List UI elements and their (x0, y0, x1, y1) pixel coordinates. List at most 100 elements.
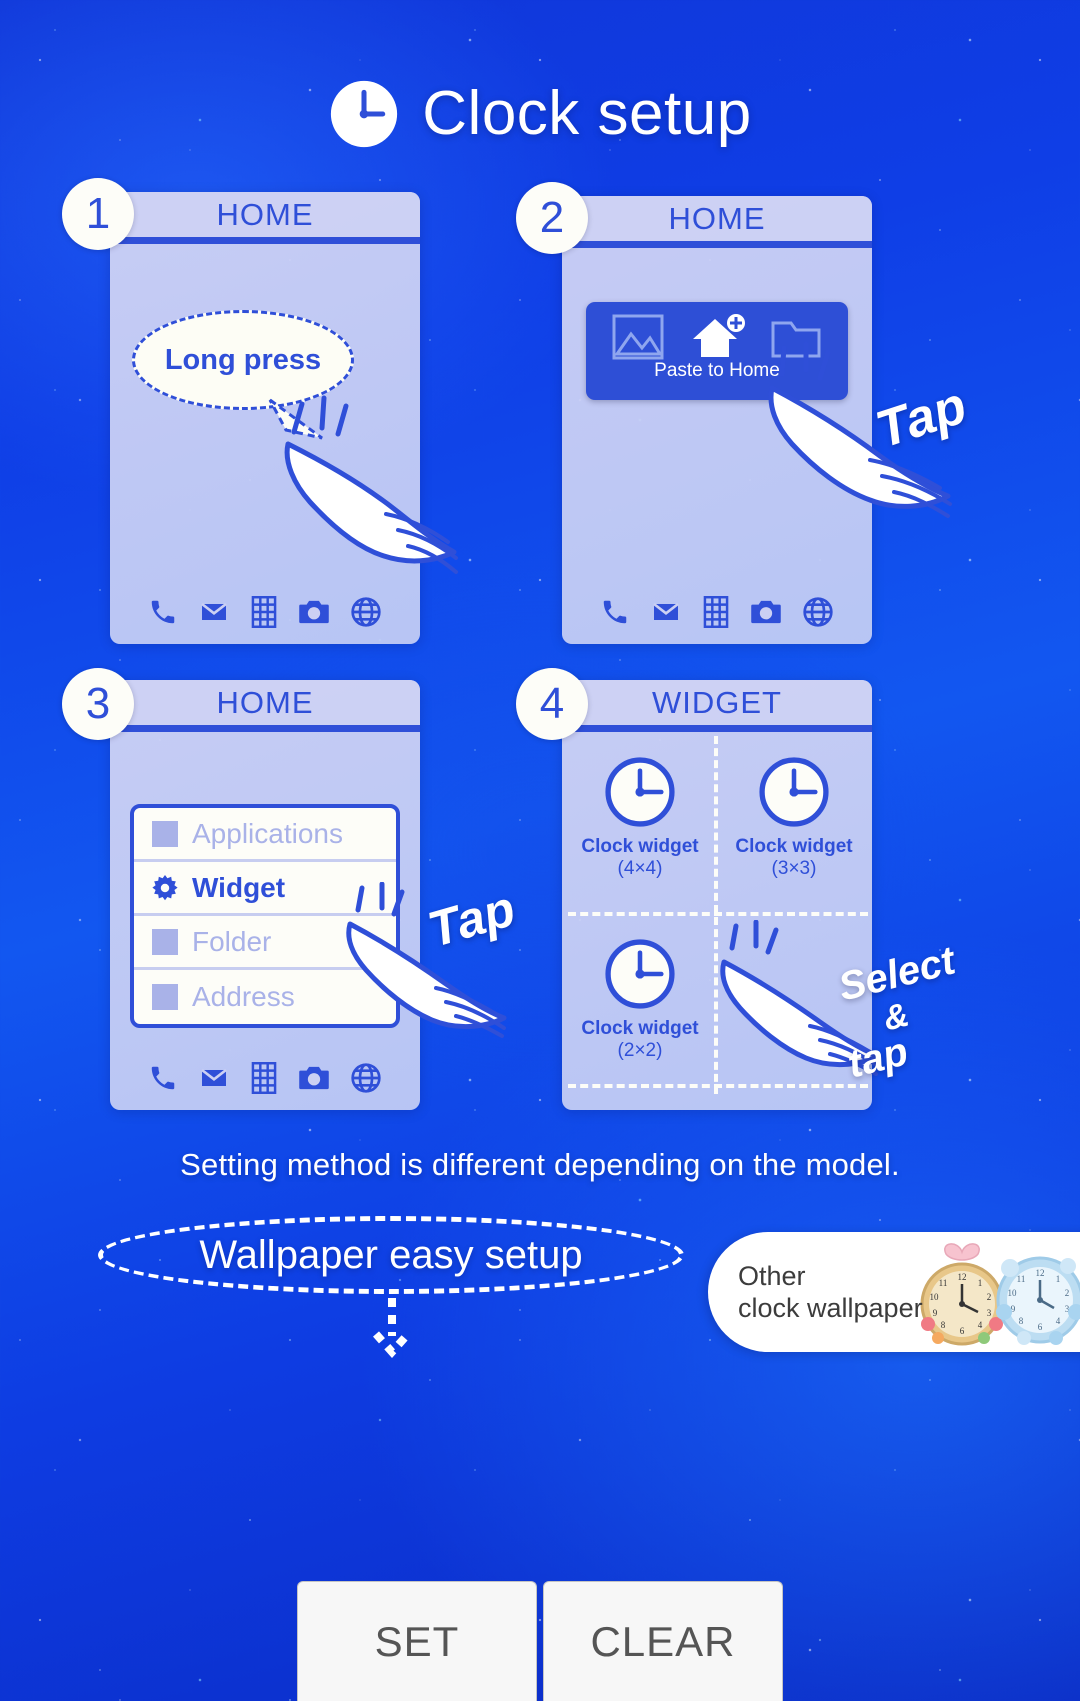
other-card-line-1: Other (738, 1260, 806, 1291)
step-1-badge: 1 (62, 178, 134, 250)
step-1-panel: 1 HOME Long press (62, 178, 458, 644)
folder-icon (771, 321, 821, 358)
grid-divider-horizontal (568, 912, 868, 916)
widget-option-2x2[interactable]: Clock widget (2×2) (570, 922, 710, 1062)
step-3-panel: 3 HOME Applications Widget Folder Addres… (62, 668, 507, 1110)
square-icon (152, 928, 178, 955)
phone-icon (603, 600, 627, 624)
step-4-phone: WIDGET Clock widget (4×4) Clock widget (… (562, 680, 881, 1110)
set-button-label: SET (374, 1617, 460, 1665)
step-2-badge: 2 (516, 182, 588, 254)
step-3-screen-body: Applications Widget Folder Address (110, 732, 507, 1110)
menu-item-folder[interactable]: Folder (134, 916, 396, 970)
svg-text:6: 6 (1038, 1322, 1043, 1332)
widget-option-3x3[interactable]: Clock widget (3×3) (724, 740, 864, 880)
set-button[interactable]: SET (297, 1581, 537, 1701)
step-4-widget-grid: Clock widget (4×4) Clock widget (3×3) Cl… (562, 732, 881, 1110)
other-card-text: Other clock wallpaper (708, 1260, 923, 1325)
svg-text:6: 6 (960, 1326, 965, 1336)
other-card-line-2: clock wallpaper (738, 1293, 923, 1323)
other-card-thumbnails: 12 1 2 346 8 9 10 11 12 1 2 346 89 10 11 (912, 1238, 1080, 1350)
menu-item-label: Folder (192, 925, 272, 957)
widget-option-label: Clock widget (581, 836, 699, 857)
svg-text:10: 10 (930, 1292, 940, 1302)
svg-text:11: 11 (939, 1278, 948, 1288)
camera-icon (751, 600, 781, 624)
step-3-screen-label: HOME (110, 680, 420, 732)
paste-to-home-dialog[interactable]: Paste to Home (586, 302, 848, 400)
widget-option-size: (3×3) (771, 857, 817, 879)
square-icon (152, 984, 178, 1010)
svg-text:1: 1 (1056, 1274, 1061, 1284)
clock-icon (605, 757, 675, 827)
step-4-panel: 4 WIDGET Clock widget (4×4) Clock widget… (516, 668, 881, 1110)
phone-icon (151, 600, 175, 624)
step-1-screen-body: Long press (110, 244, 458, 644)
widget-option-label: Clock widget (735, 836, 853, 857)
menu-item-label: Widget (192, 871, 286, 903)
paste-dialog-icons (586, 302, 848, 364)
widget-option-size: (2×2) (617, 1039, 663, 1061)
long-press-label: Long press (164, 343, 322, 376)
step-2-panel: 2 HOME Paste to Home (516, 182, 952, 644)
home-plus-icon (692, 312, 747, 357)
svg-text:4: 4 (1056, 1316, 1061, 1326)
long-press-bubble: Long press (132, 310, 354, 410)
svg-text:11: 11 (1017, 1274, 1026, 1284)
step-4-screen-label: WIDGET (562, 680, 872, 732)
grid-divider-bottom (568, 1084, 868, 1088)
step-1-phone: HOME Long press (110, 192, 458, 644)
step-2-dock (562, 580, 872, 644)
paste-to-home-label: Paste to Home (654, 360, 780, 381)
phone-icon (151, 1066, 175, 1090)
step-2-gesture-label: Tap (869, 376, 974, 460)
step-2-screen-label: HOME (562, 196, 872, 248)
gear-icon (152, 874, 178, 900)
svg-text:12: 12 (1036, 1268, 1045, 1278)
browser-icon (351, 597, 381, 627)
keypad-icon (251, 1062, 277, 1094)
step-2-phone: HOME Paste to Home (562, 196, 952, 644)
widget-option-size: (4×4) (617, 857, 663, 879)
menu-item-address[interactable]: Address (134, 970, 396, 1024)
clock-icon (759, 757, 829, 827)
svg-text:9: 9 (933, 1308, 938, 1318)
step-1-dock (110, 580, 420, 644)
clock-icon (605, 939, 675, 1009)
widget-option-4x4[interactable]: Clock widget (4×4) (570, 740, 710, 880)
page-header: Clock setup (0, 78, 1080, 150)
step-3-phone: HOME Applications Widget Folder Address (110, 680, 507, 1110)
mail-icon (201, 1068, 227, 1086)
floral-clock-thumb-2-icon: 1212 346 891011 (996, 1256, 1080, 1345)
browser-icon (351, 1063, 381, 1093)
svg-text:4: 4 (978, 1320, 983, 1330)
image-icon (612, 314, 664, 360)
svg-text:1: 1 (978, 1278, 983, 1288)
svg-text:8: 8 (1019, 1316, 1024, 1326)
bubble-tail-icon (268, 398, 323, 440)
svg-text:2: 2 (1065, 1288, 1070, 1298)
menu-item-label: Applications (192, 817, 343, 849)
step-2-screen-body: Paste to Home (562, 248, 952, 644)
wallpaper-easy-setup-cta[interactable]: Wallpaper easy setup (98, 1216, 684, 1294)
step-4-badge: 4 (516, 668, 588, 740)
browser-icon (803, 597, 833, 627)
menu-item-applications[interactable]: Applications (134, 808, 396, 862)
menu-item-label: Address (192, 981, 295, 1012)
model-note: Setting method is different depending on… (180, 1147, 900, 1182)
arrow-down-icon (373, 1298, 411, 1358)
other-clock-wallpaper-card[interactable]: Other clock wallpaper 12 1 2 346 8 9 10 11 (708, 1232, 1080, 1352)
step-3-badge: 3 (62, 668, 134, 740)
square-icon (152, 820, 178, 847)
page-title: Clock setup (422, 79, 752, 148)
svg-text:12: 12 (958, 1272, 967, 1282)
keypad-icon (251, 596, 277, 628)
svg-text:8: 8 (941, 1320, 946, 1330)
home-context-menu: Applications Widget Folder Address (130, 804, 400, 1028)
camera-icon (299, 1066, 329, 1090)
menu-item-widget[interactable]: Widget (134, 862, 396, 916)
clear-button[interactable]: CLEAR (543, 1581, 783, 1701)
action-button-row: SET CLEAR (0, 1581, 1080, 1701)
wallpaper-easy-setup-label: Wallpaper easy setup (199, 1232, 583, 1277)
clock-icon (331, 80, 398, 148)
